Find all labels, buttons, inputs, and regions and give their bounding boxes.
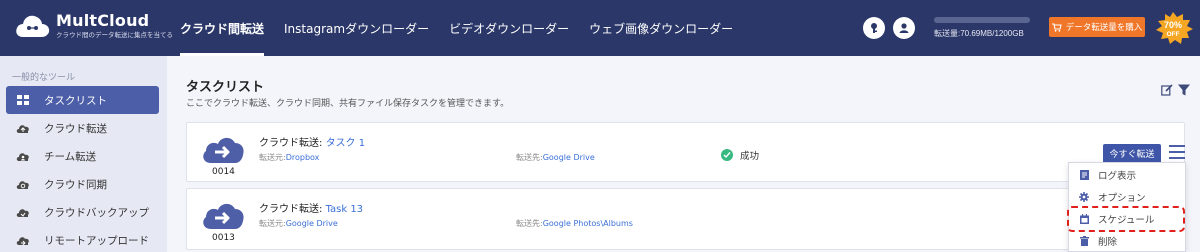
dest-label: 転送先: xyxy=(516,219,543,228)
menu-item-view-log[interactable]: ログ表示 xyxy=(1069,164,1185,186)
nav-web-image-downloader[interactable]: ウェブ画像ダウンローダー xyxy=(579,0,743,56)
traffic-usage: 転送量:70.69MB/1200GB xyxy=(934,17,1040,39)
sidebar-item-label: タスクリスト xyxy=(44,94,107,107)
traffic-progress-bar xyxy=(934,17,1030,23)
team-cloud-icon xyxy=(16,149,30,163)
top-bar: MultCloud クラウド間のデータ転送に集点を当てる クラウド間転送 Ins… xyxy=(0,0,1200,56)
user-icon[interactable] xyxy=(893,17,915,39)
badge-percent: 70% xyxy=(1164,20,1182,30)
task-name-link[interactable]: Task 13 xyxy=(326,204,364,215)
main-nav: クラウド間転送 Instagramダウンローダー ビデオダウンローダー ウェブ画… xyxy=(170,0,743,56)
task-title: クラウド転送: Task 13 xyxy=(259,200,363,215)
sidebar-item-label: クラウド転送 xyxy=(44,122,107,135)
source-label: 転送元: xyxy=(259,153,286,162)
page-title: タスクリスト xyxy=(186,80,265,95)
source-value: Google Drive xyxy=(285,219,338,228)
menu-item-options[interactable]: オプション xyxy=(1069,186,1185,208)
multcloud-logo-icon xyxy=(16,15,50,37)
task-number: 0013 xyxy=(212,233,235,243)
sidebar-item-cloud-transfer[interactable]: クラウド転送 xyxy=(6,114,159,142)
sidebar-item-label: チーム転送 xyxy=(44,150,97,163)
buy-traffic-label: データ転送量を購入 xyxy=(1065,23,1143,33)
cloud-remote-icon xyxy=(16,233,30,247)
cloud-backup-icon xyxy=(16,205,30,219)
task-cloud-icon xyxy=(201,201,245,233)
sidebar-item-label: リモートアップロード xyxy=(44,234,149,247)
sidebar-item-label: クラウドバックアップ xyxy=(44,206,149,219)
status-text: 成功 xyxy=(740,151,760,162)
edit-icon[interactable] xyxy=(1161,84,1173,96)
dest-value: Google Drive xyxy=(542,153,595,162)
dest-value: Google Photos\Albums xyxy=(542,219,633,228)
cart-icon xyxy=(1051,22,1062,32)
gear-icon xyxy=(1079,192,1089,202)
traffic-text: 転送量:70.69MB/1200GB xyxy=(934,29,1024,38)
menu-item-delete[interactable]: 削除 xyxy=(1069,230,1185,252)
transfer-now-button[interactable]: 今すぐ転送 xyxy=(1103,144,1161,163)
task-source: 転送元:Dropbox xyxy=(259,152,319,163)
brand-name: MultCloud xyxy=(56,11,150,30)
nav-cloud-transfer[interactable]: クラウド間転送 xyxy=(170,0,274,56)
schedule-highlight-box xyxy=(1067,206,1185,232)
task-card[interactable]: 0013 クラウド転送: Task 13 転送元:Google Drive 転送… xyxy=(186,188,1185,250)
badge-off: OFF xyxy=(1167,31,1180,38)
task-cloud-icon xyxy=(201,135,245,167)
filter-icon[interactable] xyxy=(1178,84,1190,96)
log-icon xyxy=(1079,170,1089,180)
sidebar-item-team-transfer[interactable]: チーム転送 xyxy=(6,142,159,170)
sidebar-item-cloud-backup[interactable]: クラウドバックアップ xyxy=(6,198,159,226)
task-name-link[interactable]: タスク 1 xyxy=(326,138,366,149)
task-source: 転送元:Google Drive xyxy=(259,218,338,229)
trash-icon xyxy=(1079,236,1089,246)
menu-item-label: オプション xyxy=(1098,193,1146,204)
sidebar-item-cloud-sync[interactable]: クラウド同期 xyxy=(6,170,159,198)
success-check-icon xyxy=(721,149,733,161)
task-destination: 転送先:Google Photos\Albums xyxy=(516,218,633,229)
logo[interactable]: MultCloud クラウド間のデータ転送に集点を当てる xyxy=(14,11,173,41)
cloud-upload-icon xyxy=(16,121,30,135)
brand-tagline: クラウド間のデータ転送に集点を当てる xyxy=(56,31,173,39)
nav-video-downloader[interactable]: ビデオダウンローダー xyxy=(439,0,579,56)
dest-label: 転送先: xyxy=(516,153,543,162)
source-value: Dropbox xyxy=(285,153,320,162)
grid-icon xyxy=(16,93,30,107)
sidebar: 一般的なツール タスクリスト クラウド転送 チーム転送 クラウド同期 クラウドバ… xyxy=(0,56,167,252)
task-card[interactable]: 0014 クラウド転送: タスク 1 転送元:Dropbox 転送先:Googl… xyxy=(186,122,1185,182)
menu-item-label: ログ表示 xyxy=(1098,171,1137,182)
key-icon[interactable] xyxy=(863,17,885,39)
task-type-label: クラウド転送: xyxy=(259,204,323,215)
task-menu-icon[interactable] xyxy=(1169,145,1185,159)
task-status: 成功 xyxy=(721,148,759,162)
task-title: クラウド転送: タスク 1 xyxy=(259,134,365,149)
page-description: ここでクラウド転送、クラウド同期、共有ファイル保存タスクを管理できます。 xyxy=(186,99,510,109)
source-label: 転送元: xyxy=(259,219,286,228)
nav-instagram-downloader[interactable]: Instagramダウンローダー xyxy=(274,0,439,56)
task-number: 0014 xyxy=(212,167,235,177)
buy-traffic-button[interactable]: データ転送量を購入 xyxy=(1049,17,1145,37)
sidebar-item-label: クラウド同期 xyxy=(44,178,107,191)
sidebar-group-label: 一般的なツール xyxy=(12,73,76,83)
main-content: タスクリスト ここでクラウド転送、クラウド同期、共有ファイル保存タスクを管理でき… xyxy=(167,56,1200,252)
task-destination: 転送先:Google Drive xyxy=(516,152,595,163)
sidebar-item-remote-upload[interactable]: リモートアップロード xyxy=(6,226,159,252)
menu-item-label: 削除 xyxy=(1098,237,1118,248)
discount-badge[interactable]: 70% OFF xyxy=(1152,11,1194,45)
task-type-label: クラウド転送: xyxy=(259,138,323,149)
sidebar-item-task-list[interactable]: タスクリスト xyxy=(6,86,159,114)
cloud-sync-icon xyxy=(16,177,30,191)
